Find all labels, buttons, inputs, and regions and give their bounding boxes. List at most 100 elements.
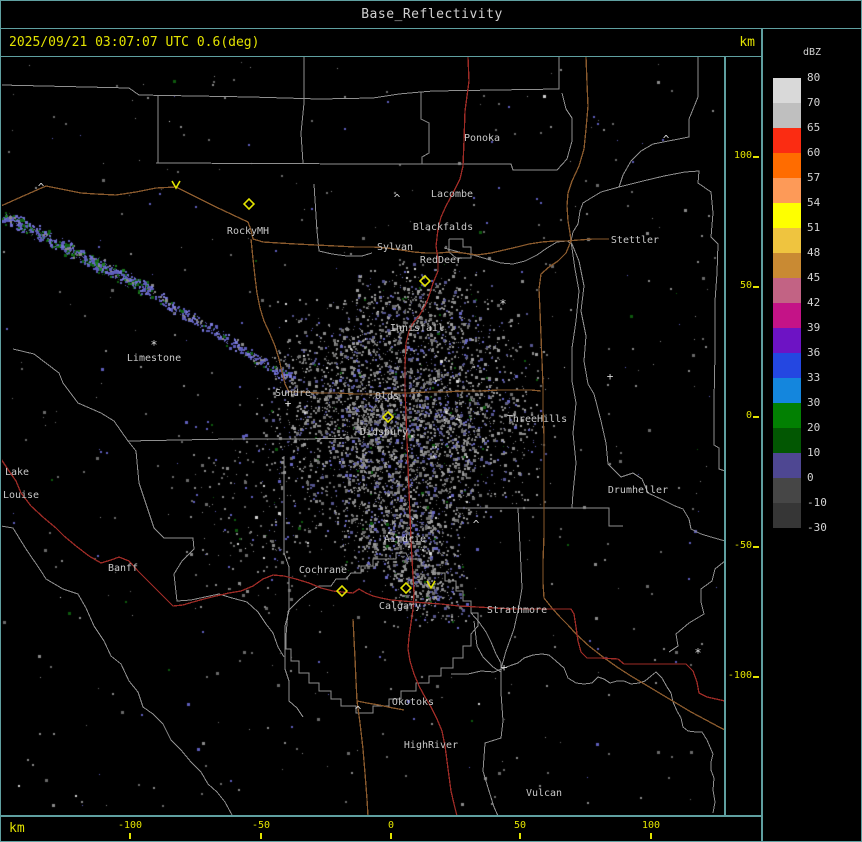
highway-road-line (2, 459, 442, 607)
colorbar-value-label: 57 (807, 171, 821, 184)
colorbar-value-label: 48 (807, 246, 821, 259)
town-label: Drumheller (608, 485, 668, 496)
colorbar-value-label: 30 (807, 396, 821, 409)
county-boundary-line (618, 170, 724, 472)
secondary-road-line (356, 700, 369, 815)
town-label: Banff (108, 563, 138, 574)
colorbar-swatch (773, 228, 801, 253)
colorbar-swatch (773, 353, 801, 378)
secondary-road-line (538, 57, 724, 731)
plus-marker-icon: + (607, 370, 614, 383)
colorbar-swatch (773, 503, 801, 528)
colorbar-value-label: -30 (807, 521, 827, 534)
right-axis-tick-label: 50 (739, 280, 752, 291)
secondary-road-line (462, 238, 609, 256)
colorbar-value-label: 45 (807, 271, 821, 284)
bottom-axis-tick (260, 833, 262, 839)
county-boundary-line (300, 57, 305, 164)
caret-marker-icon: ^ (38, 181, 45, 194)
colorbar-swatch (773, 328, 801, 353)
right-axis-unit-label: km (739, 35, 755, 50)
bottom-axis-tick (519, 833, 521, 839)
radar-window: Base_Reflectivity 2025/09/21 03:07:07 UT… (0, 0, 862, 842)
town-label: Sylvan (377, 242, 413, 253)
bottom-axis-tick-label: 100 (641, 820, 661, 831)
town-label: RedDeer (420, 255, 462, 266)
radar-map-display[interactable]: Ponoka Lacombe Blackfalds Sylvan RedDeer Stet… (2, 57, 724, 815)
right-axis: 100 50 0 -50 -100 (724, 57, 763, 815)
county-boundary-line (420, 92, 430, 164)
title-bar: Base_Reflectivity (1, 1, 861, 29)
bottom-axis-tick (390, 833, 392, 839)
town-label: Okotoks (392, 697, 434, 708)
bottom-axis-tick-label: 0 (387, 820, 395, 831)
town-label: Vulcan (526, 788, 562, 799)
colorbar-swatch (773, 403, 801, 428)
county-boundary-line (283, 456, 304, 718)
bottom-axis-tick-label: 50 (513, 820, 527, 831)
bottom-axis: km -100 -50 0 50 100 (1, 817, 763, 841)
asterisk-marker-icon: * (150, 338, 157, 352)
colorbar-title: dBZ (803, 47, 822, 58)
town-label: Olds (375, 391, 399, 402)
colorbar-value-label: 70 (807, 96, 821, 109)
colorbar-value-label: 60 (807, 146, 821, 159)
county-boundary-line (2, 57, 560, 100)
bottom-axis-unit-label: km (9, 821, 25, 836)
town-label: Limestone (127, 353, 181, 364)
county-boundary-line (456, 507, 623, 527)
asterisk-marker-icon: * (499, 297, 506, 311)
radar-site-diamond-icon (242, 197, 256, 211)
right-axis-tick-label: 0 (745, 410, 752, 421)
right-axis-tick (753, 676, 759, 678)
town-label: Louise (3, 490, 39, 501)
asterisk-marker-icon: * (694, 646, 701, 660)
colorbar-swatch (773, 278, 801, 303)
caret-marker-icon: ^ (355, 704, 362, 717)
colorbar-value-label: 65 (807, 121, 821, 134)
scan-timestamp: 2025/09/21 03:07:07 UTC 0.6(deg) (9, 35, 260, 50)
town-label: Blackfalds (413, 222, 473, 233)
county-boundary-line (570, 240, 580, 509)
colorbar-value-label: 42 (807, 296, 821, 309)
right-axis-tick-label: -100 (727, 670, 752, 681)
river-line (451, 653, 716, 814)
right-axis-tick-label: 100 (733, 150, 752, 161)
town-label: Sundre (275, 388, 311, 399)
colorbar-value-label: 39 (807, 321, 821, 334)
window-title: Base_Reflectivity (361, 7, 503, 22)
bottom-axis-tick (129, 833, 131, 839)
caret-marker-icon: ^ (663, 133, 670, 146)
colorbar-value-label: 33 (807, 371, 821, 384)
town-label: HighRiver (404, 740, 458, 751)
town-label: Ponoka (464, 133, 500, 144)
colorbar-swatch (773, 453, 801, 478)
town-label: Cochrane (299, 565, 347, 576)
colorbar-value-label: 0 (807, 471, 814, 484)
plus-marker-icon: + (501, 661, 508, 674)
vee-marker-icon (426, 580, 436, 590)
bottom-axis-tick-label: -50 (251, 820, 271, 831)
caret-marker-icon: ^ (394, 192, 401, 205)
right-axis-tick (753, 156, 759, 158)
county-boundary-line (127, 440, 285, 658)
colorbar-value-label: 51 (807, 221, 821, 234)
county-boundary-line (668, 561, 724, 653)
info-bar: 2025/09/21 03:07:07 UTC 0.6(deg) km (1, 29, 763, 57)
bottom-axis-tick (650, 833, 652, 839)
colorbar-swatch (773, 478, 801, 503)
town-label: Didsbury (360, 427, 408, 438)
town-label: Airdrie (384, 534, 426, 545)
county-boundary-line (570, 57, 699, 242)
colorbar-value-label: 80 (807, 71, 821, 84)
colorbar-swatch (773, 128, 801, 153)
town-label: Lacombe (431, 189, 473, 200)
colorbar-swatch (773, 203, 801, 228)
county-boundary-line (285, 552, 479, 714)
colorbar-value-label: 20 (807, 421, 821, 434)
plus-marker-icon: + (285, 397, 292, 410)
colorbar-value-label: -10 (807, 496, 827, 509)
town-label: Calgary (379, 601, 421, 612)
colorbar-swatch (773, 153, 801, 178)
colorbar-swatch (773, 303, 801, 328)
